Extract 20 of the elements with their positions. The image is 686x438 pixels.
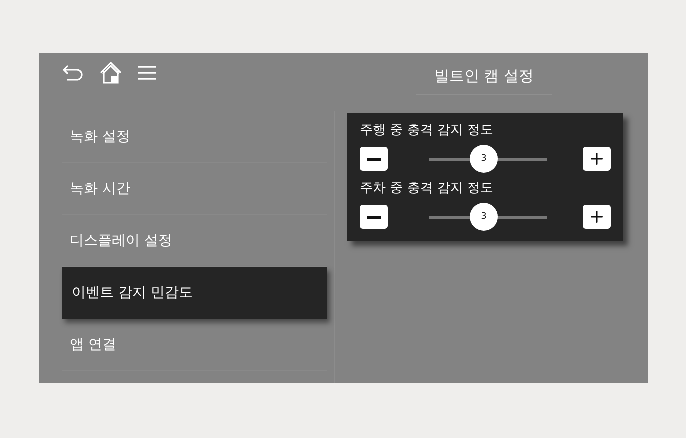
plus-icon: [588, 208, 606, 226]
slider-thumb[interactable]: 3: [470, 145, 498, 173]
minus-icon: [367, 158, 381, 160]
menu-item[interactable]: 녹화 설정: [62, 111, 327, 163]
decrease-button[interactable]: [360, 147, 388, 171]
menu-item[interactable]: 앱 연결: [62, 319, 327, 371]
minus-icon: [367, 216, 381, 218]
menu-icon[interactable]: [137, 65, 157, 81]
slider-thumb[interactable]: 3: [470, 203, 498, 231]
menu-item[interactable]: 이벤트 감지 민감도: [62, 267, 327, 319]
menu-item[interactable]: 녹화 시간: [62, 163, 327, 215]
increase-button[interactable]: [583, 205, 611, 229]
screen-title: 빌트인 캠 설정: [416, 61, 552, 95]
increase-button[interactable]: [583, 147, 611, 171]
decrease-button[interactable]: [360, 205, 388, 229]
plus-icon: [588, 150, 606, 168]
setting-label: 주행 중 충격 감지 정도: [360, 122, 495, 139]
setting-label: 주차 중 충격 감지 정도: [360, 180, 495, 197]
home-icon[interactable]: [99, 61, 123, 85]
back-icon[interactable]: [61, 64, 85, 82]
